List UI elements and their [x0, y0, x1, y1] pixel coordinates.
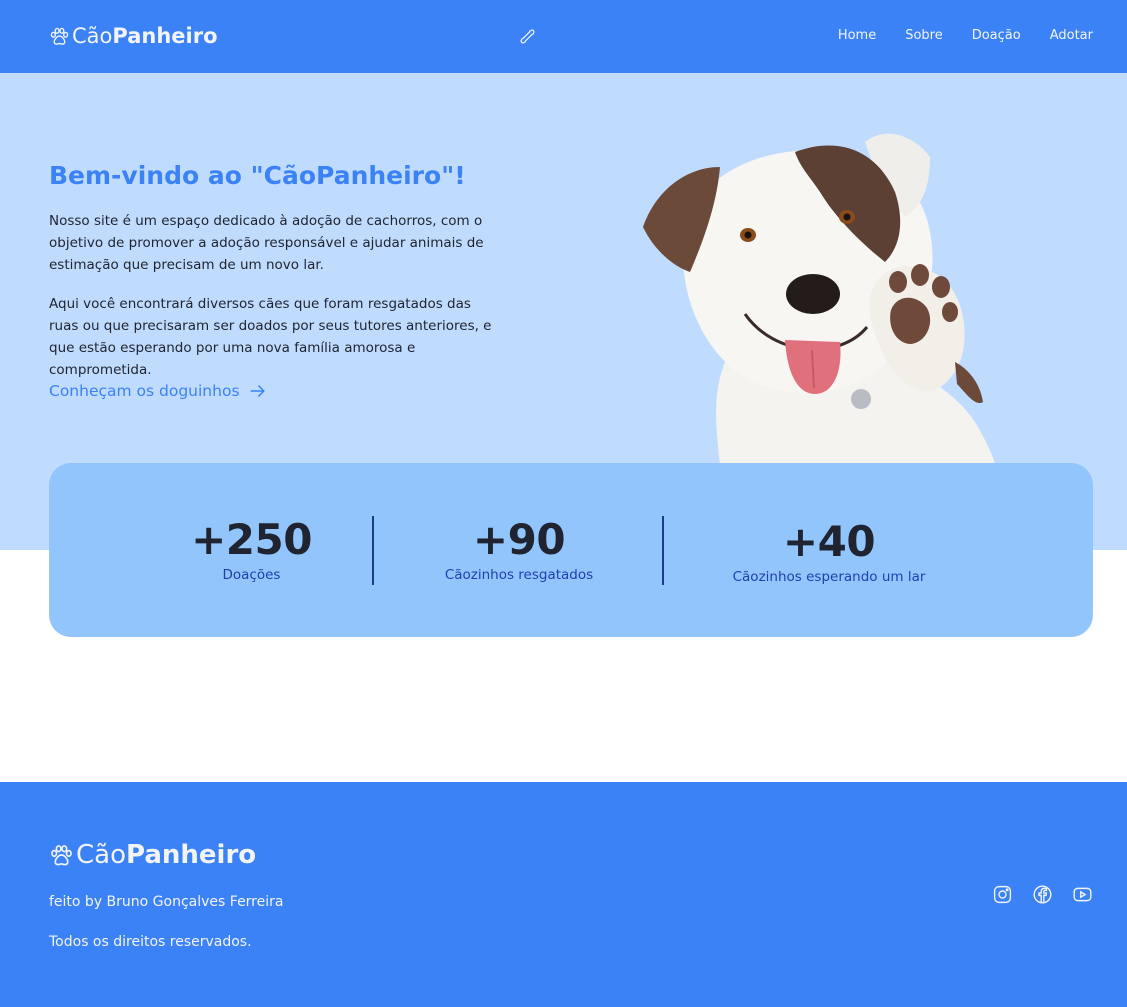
logo-text-bold: Panheiro [112, 24, 218, 48]
dog-waving-image [643, 133, 995, 464]
bone-icon [520, 29, 535, 44]
paw-icon [51, 844, 72, 865]
stat-label: Cãozinhos esperando um lar [732, 569, 926, 585]
footer-logo: Cão Panheiro [49, 840, 256, 870]
social-links [992, 884, 1093, 905]
logo-text-light: Cão [72, 24, 113, 48]
stat-rescued: +90 Cãozinhos resgatados [429, 516, 609, 584]
stat-value: +90 [472, 515, 566, 564]
meet-dogs-label: Conheçam os doguinhos [49, 382, 240, 400]
footer-credit: feito by Bruno Gonçalves Ferreira [49, 894, 284, 910]
nav-link-home[interactable]: Home [838, 28, 876, 44]
nav-link-doacao[interactable]: Doação [972, 28, 1021, 44]
nav-link-sobre[interactable]: Sobre [905, 28, 943, 44]
stat-waiting: +40 Cãozinhos esperando um lar [719, 518, 939, 586]
stat-value: +250 [191, 515, 312, 564]
stat-divider [662, 516, 664, 585]
logo-link[interactable]: Cão Panheiro [49, 24, 218, 48]
hero-paragraph-intro: Nosso site é um espaço dedicado à adoção… [49, 213, 484, 273]
paw-icon [50, 27, 69, 45]
stat-label: Doações [222, 567, 281, 583]
instagram-link[interactable] [992, 884, 1013, 905]
meet-dogs-link[interactable]: Conheçam os doguinhos [49, 380, 268, 402]
facebook-link[interactable] [1032, 884, 1053, 905]
arrow-right-icon [250, 385, 265, 397]
hero-title: Bem-vindo ao "CãoPanheiro"! [49, 161, 466, 190]
top-navbar: Cão Panheiro Home Sobre Doação Adotar [0, 0, 1127, 73]
nav-link-adotar[interactable]: Adotar [1050, 28, 1093, 44]
youtube-link[interactable] [1072, 884, 1093, 905]
stat-donations: +250 Doações [184, 516, 319, 584]
facebook-icon [1033, 885, 1052, 904]
stats-card: +250 Doações +90 Cãozinhos resgatados +4… [49, 463, 1093, 637]
instagram-icon [993, 885, 1012, 904]
stat-divider [372, 516, 374, 585]
footer-rights: Todos os direitos reservados. [49, 934, 252, 950]
youtube-icon [1073, 887, 1092, 902]
stat-label: Cãozinhos resgatados [444, 567, 594, 583]
stat-value: +40 [782, 517, 876, 566]
main-nav: Home Sobre Doação Adotar [838, 28, 1093, 44]
footer: Cão Panheiro feito by Bruno Gonçalves Fer… [0, 782, 1127, 1007]
footer-logo-light: Cão [76, 840, 126, 870]
footer-logo-bold: Panheiro [126, 840, 257, 870]
hero-paragraph-details: Aqui você encontrará diversos cães que f… [49, 296, 492, 378]
